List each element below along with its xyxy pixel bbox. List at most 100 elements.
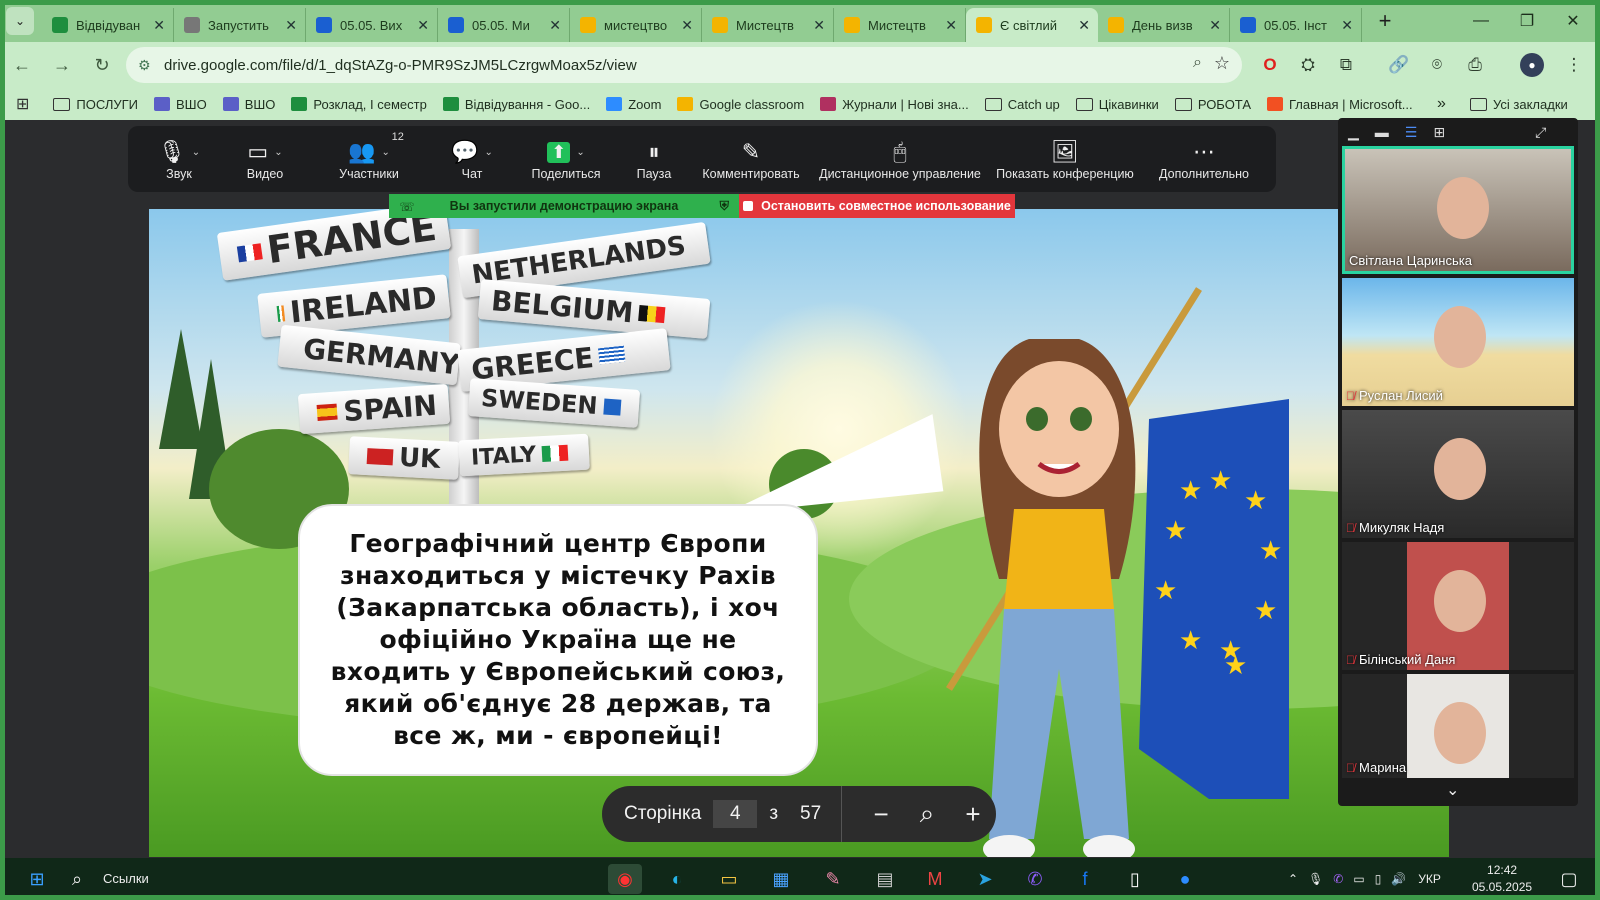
chevron-down-icon[interactable]: ⌄	[382, 147, 390, 158]
chevron-down-icon[interactable]: ⌄	[192, 147, 200, 158]
zoom-in-button[interactable]: +	[950, 799, 996, 830]
close-window-button[interactable]: ✕	[1550, 6, 1596, 36]
bookmark-item[interactable]: ВШО	[222, 97, 275, 112]
browser-tab[interactable]: Є світлий ✕	[966, 8, 1098, 42]
opera-extension-icon[interactable]: O	[1254, 49, 1286, 81]
close-tab-icon[interactable]: ✕	[153, 17, 165, 34]
participant-video-tile[interactable]: 🎙̸ Марина	[1342, 674, 1574, 778]
chevron-down-icon[interactable]: ⌄	[274, 147, 282, 158]
link-icon[interactable]: 🔗	[1383, 49, 1415, 81]
telegram-icon[interactable]: ➤	[968, 864, 1002, 894]
close-tab-icon[interactable]: ✕	[1209, 17, 1221, 34]
edge-taskbar-icon[interactable]: ◐	[660, 864, 694, 894]
viber-tray-icon[interactable]: ✆	[1333, 872, 1343, 886]
back-button[interactable]: ←	[4, 47, 40, 83]
zoom-control-pause[interactable]: ⏸ Пауза	[624, 137, 684, 181]
bookmark-item[interactable]: Журнали | Нові зна...	[820, 97, 969, 112]
battery-icon[interactable]: ▯	[1375, 872, 1382, 886]
browser-tab[interactable]: 05.05. Ми ✕	[438, 8, 570, 42]
bookmark-item[interactable]: ВШО	[154, 97, 207, 112]
screenshot-icon[interactable]: ⌾	[1421, 49, 1453, 81]
address-bar[interactable]: ⚙ drive.google.com/file/d/1_dqStAZg-o-PM…	[126, 47, 1242, 83]
clock[interactable]: 12:42 05.05.2025	[1472, 862, 1532, 896]
bookmark-star-icon[interactable]: ☆	[1214, 53, 1230, 74]
file-explorer-icon[interactable]: ▭	[712, 864, 746, 894]
participant-video-tile[interactable]: Світлана Царинська	[1342, 146, 1574, 274]
browser-menu-icon[interactable]: ⋮	[1558, 49, 1590, 81]
zoom-control-share-screen[interactable]: ⬆ ⌄ Поделиться	[520, 137, 612, 181]
zoom-icon[interactable]: ⌕	[1193, 54, 1202, 72]
puzzle-extensions-icon[interactable]: ⧉	[1330, 49, 1362, 81]
restore-button[interactable]: ❐	[1504, 6, 1550, 36]
zoom-control-video-camera[interactable]: ▭ ⌄ Видео	[228, 137, 302, 181]
new-tab-button[interactable]: +	[1370, 6, 1400, 36]
gmail-icon[interactable]: M	[918, 864, 952, 894]
close-tab-icon[interactable]: ✕	[549, 17, 561, 34]
tray-expand-icon[interactable]: ⌃	[1288, 872, 1298, 886]
close-tab-icon[interactable]: ✕	[681, 17, 693, 34]
minimize-button[interactable]: —	[1458, 6, 1504, 36]
microphone-tray-icon[interactable]: 🎙	[1308, 872, 1323, 886]
zoom-control-more[interactable]: ⋯ Дополнительно	[1148, 137, 1260, 181]
bookmark-item[interactable]: Цікавинки	[1075, 97, 1159, 112]
extension-icon[interactable]: ⛭	[1292, 49, 1324, 81]
close-tab-icon[interactable]: ✕	[285, 17, 297, 34]
chevron-down-icon[interactable]: ⌄	[485, 147, 493, 158]
bookmark-item[interactable]: Zoom	[606, 97, 661, 112]
zoom-taskbar-icon[interactable]: ●	[1168, 864, 1202, 894]
close-tab-icon[interactable]: ✕	[417, 17, 429, 34]
strip-view-icon[interactable]: ☰	[1405, 124, 1418, 141]
participant-video-tile[interactable]: 🎙̸ Микуляк Надя	[1342, 410, 1574, 538]
close-tab-icon[interactable]: ✕	[813, 17, 825, 34]
minimize-gallery-icon[interactable]: ▁	[1348, 124, 1359, 141]
zoom-control-mouse[interactable]: 🖱 Дистанционное управление	[818, 137, 982, 181]
browser-tab[interactable]: Мистецтв ✕	[834, 8, 966, 42]
browser-tab[interactable]: Мистецтв ✕	[702, 8, 834, 42]
zoom-control-show-meeting[interactable]: 🖼 Показать конференцию	[994, 137, 1136, 181]
volume-icon[interactable]: 🔊	[1391, 872, 1406, 886]
gallery-grid-icon[interactable]: ⊞	[1433, 124, 1445, 141]
forward-button[interactable]: →	[44, 47, 80, 83]
store-icon[interactable]: ▦	[764, 864, 798, 894]
participant-video-tile[interactable]: 🎙̸ Білінський Даня	[1342, 542, 1574, 670]
browser-tab[interactable]: День визв ✕	[1098, 8, 1230, 42]
close-tab-icon[interactable]: ✕	[1341, 17, 1353, 34]
all-bookmarks-folder[interactable]: Усі закладки	[1470, 97, 1568, 112]
tab-search-icon[interactable]: ⌄	[6, 7, 34, 35]
scroll-down-icon[interactable]: ⌄	[1446, 780, 1459, 800]
profile-avatar[interactable]: ●	[1520, 53, 1544, 77]
browser-tab[interactable]: 05.05. Вих ✕	[306, 8, 438, 42]
zoom-out-button[interactable]: −	[858, 799, 904, 830]
zoom-control-chat[interactable]: 💬 ⌄ Чат	[436, 137, 508, 181]
zoom-control-microphone[interactable]: 🎙 ⌄ Звук	[142, 137, 216, 181]
calculator-icon[interactable]: ▤	[868, 864, 902, 894]
bookmark-item[interactable]: Главная | Microsoft...	[1267, 97, 1413, 112]
chrome-taskbar-icon[interactable]: ◉	[608, 864, 642, 894]
document-app-icon[interactable]: ▯	[1118, 864, 1152, 894]
search-icon[interactable]: ⌕	[60, 864, 94, 894]
chevron-down-icon[interactable]: ⌄	[576, 147, 584, 158]
reload-button[interactable]: ↻	[84, 47, 120, 83]
network-icon[interactable]: ▭	[1353, 872, 1364, 886]
browser-tab[interactable]: Відвідуван ✕	[42, 8, 174, 42]
viber-icon[interactable]: ✆	[1018, 864, 1052, 894]
zoom-control-annotate-pencil[interactable]: ✎ Комментировать	[696, 137, 806, 181]
stop-share-button[interactable]: Остановить совместное использование	[739, 194, 1015, 218]
language-indicator[interactable]: УКР	[1418, 872, 1441, 886]
paint-icon[interactable]: ✎	[816, 864, 850, 894]
print-icon[interactable]: ⎙	[1459, 49, 1491, 81]
apps-grid-icon[interactable]: ⊞	[16, 94, 29, 114]
expand-icon[interactable]: ⤢	[1535, 124, 1546, 141]
bookmark-item[interactable]: Розклад, I семестр	[291, 97, 427, 112]
close-tab-icon[interactable]: ✕	[945, 17, 957, 34]
bookmark-item[interactable]: РОБОТА	[1174, 97, 1251, 112]
facebook-icon[interactable]: f	[1068, 864, 1102, 894]
zoom-magnifier-icon[interactable]: ⌕	[904, 798, 950, 830]
close-tab-icon[interactable]: ✕	[1078, 17, 1090, 34]
bookmark-item[interactable]: Google classroom	[677, 97, 804, 112]
search-box-label[interactable]: Ссылки	[103, 871, 149, 886]
page-number-input[interactable]: 4	[713, 800, 758, 828]
zoom-control-participants[interactable]: 👥 ⌄ 12 Участники	[314, 131, 424, 181]
notifications-icon[interactable]: ▢	[1552, 864, 1586, 894]
start-button[interactable]: ⊞	[20, 864, 54, 894]
